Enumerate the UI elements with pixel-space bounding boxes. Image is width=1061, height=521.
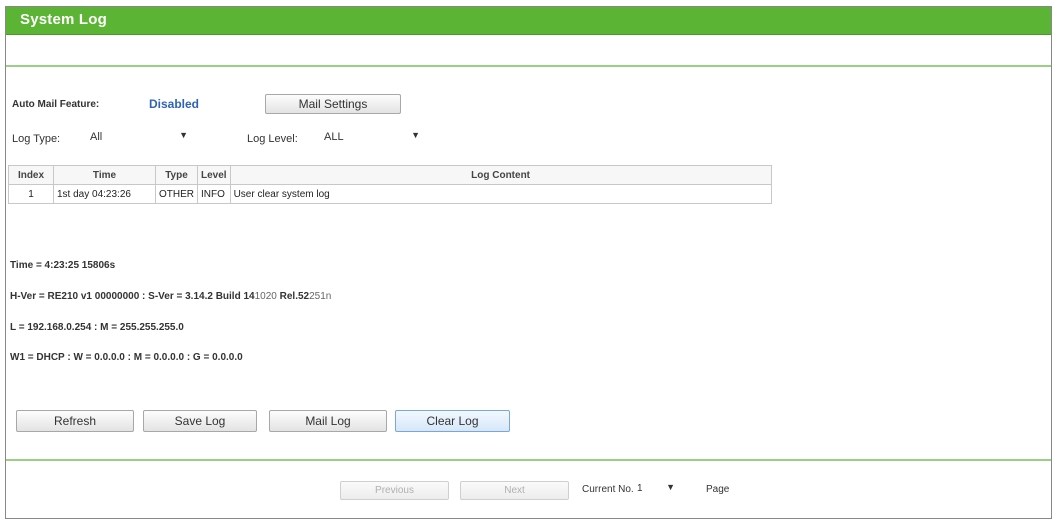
log-type-label: Log Type: (12, 133, 61, 145)
col-level: Level (197, 165, 231, 185)
page-label: Page (706, 484, 730, 495)
col-log-content: Log Content (229, 165, 772, 185)
cell-type: OTHER (155, 184, 198, 204)
info-time: Time = 4:23:25 15806s (10, 260, 116, 271)
info-version-suffix: 251n (309, 291, 332, 302)
table-header-row: Index Time Type Level Log Content (8, 165, 772, 185)
save-log-button[interactable]: Save Log (143, 410, 257, 432)
cell-log-content: User clear system log (229, 184, 772, 204)
chevron-down-icon: ▼ (179, 130, 188, 140)
info-wan: W1 = DHCP : W = 0.0.0.0 : M = 0.0.0.0 : … (10, 352, 243, 363)
bottom-divider (6, 459, 1051, 461)
cell-level: INFO (197, 184, 231, 204)
mail-settings-button[interactable]: Mail Settings (265, 94, 401, 114)
previous-button[interactable]: Previous (340, 481, 449, 500)
log-table: Index Time Type Level Log Content 1 1st … (8, 165, 772, 204)
page-title: System Log (20, 11, 108, 28)
info-version-rel: Rel.52 (276, 291, 310, 302)
log-level-label: Log Level: (247, 133, 298, 145)
info-version-build: 1020 (254, 291, 277, 302)
log-type-select[interactable]: All ▼ (86, 129, 190, 147)
title-bar: System Log (6, 7, 1051, 35)
info-version: H-Ver = RE210 v1 00000000 : S-Ver = 3.14… (10, 291, 331, 302)
auto-mail-status: Disabled (149, 97, 200, 111)
chevron-down-icon: ▼ (411, 130, 420, 140)
clear-log-button[interactable]: Clear Log (395, 410, 510, 432)
current-page-value: 1 (637, 483, 643, 494)
log-level-select[interactable]: ALL ▼ (320, 129, 422, 147)
col-type: Type (155, 165, 198, 185)
top-divider (6, 65, 1051, 67)
col-index: Index (8, 165, 54, 185)
cell-index: 1 (8, 184, 54, 204)
table-row: 1 1st day 04:23:26 OTHER INFO User clear… (8, 184, 772, 204)
next-button[interactable]: Next (460, 481, 569, 500)
col-time: Time (53, 165, 156, 185)
mail-log-button[interactable]: Mail Log (269, 410, 387, 432)
info-version-main: H-Ver = RE210 v1 00000000 : S-Ver = 3.14… (10, 291, 255, 302)
refresh-button[interactable]: Refresh (16, 410, 134, 432)
system-log-panel: System Log Auto Mail Feature: Disabled M… (5, 6, 1052, 519)
log-level-value: ALL (324, 131, 344, 143)
cell-time: 1st day 04:23:26 (53, 184, 156, 204)
current-no-label: Current No. (582, 484, 634, 495)
log-type-value: All (90, 131, 103, 143)
auto-mail-label: Auto Mail Feature: (12, 99, 100, 110)
info-lan: L = 192.168.0.254 : M = 255.255.255.0 (10, 322, 184, 333)
current-page-select[interactable]: 1 ▼ (633, 481, 677, 499)
chevron-down-icon: ▼ (666, 482, 675, 492)
